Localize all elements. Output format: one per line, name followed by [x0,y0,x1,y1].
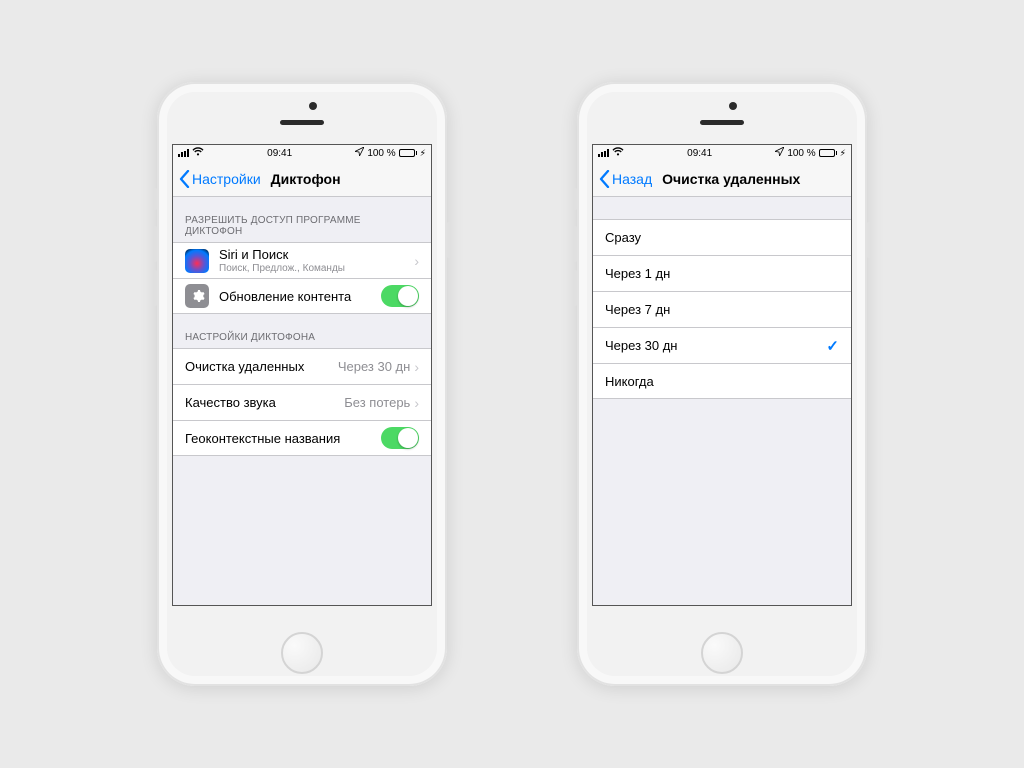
battery-percent: 100 % [367,148,395,159]
chevron-right-icon: › [414,253,419,269]
quality-label: Качество звука [185,395,344,410]
siri-subtitle: Поиск, Предлож., Команды [219,263,414,274]
refresh-label: Обновление контента [219,289,381,304]
status-time: 09:41 [687,148,712,159]
device-right: 09:41 100 % ⚡︎ Назад Очистка удаленных С… [577,82,867,686]
charging-icon: ⚡︎ [840,148,846,159]
option-row[interactable]: Сразу [593,219,851,255]
siri-title: Siri и Поиск [219,247,414,262]
battery-icon [819,149,837,157]
section-header-access: РАЗРЕШИТЬ ДОСТУП ПРОГРАММЕ ДИКТОФОН [173,197,431,242]
nav-title: Диктофон [271,171,341,187]
screen-settings-voicememos: 09:41 100 % ⚡︎ Настройки Диктофон РАЗРЕШ… [172,144,432,606]
gear-icon [185,284,209,308]
nav-bar: Настройки Диктофон [173,161,431,197]
nav-title: Очистка удаленных [662,171,800,187]
cell-audio-quality[interactable]: Качество звука Без потерь › [173,384,431,420]
wifi-icon [192,147,204,159]
refresh-toggle[interactable] [381,285,419,307]
cell-location-names[interactable]: Геоконтекстные названия [173,420,431,456]
battery-percent: 100 % [787,148,815,159]
option-label: Через 30 дн [605,338,826,353]
chevron-right-icon: › [414,395,419,411]
chevron-right-icon: › [414,359,419,375]
section-header-settings: НАСТРОЙКИ ДИКТОФОНА [173,314,431,348]
option-row[interactable]: Через 1 дн [593,255,851,291]
location-icon [775,147,784,159]
back-label: Назад [612,171,652,187]
cell-siri-search[interactable]: Siri и Поиск Поиск, Предлож., Команды › [173,242,431,278]
quality-value: Без потерь [344,395,410,410]
screen-clear-deleted: 09:41 100 % ⚡︎ Назад Очистка удаленных С… [592,144,852,606]
geo-toggle[interactable] [381,427,419,449]
battery-icon [399,149,417,157]
back-button[interactable]: Настройки [179,170,261,188]
cellular-icon [178,149,189,157]
location-icon [355,147,364,159]
cellular-icon [598,149,609,157]
geo-label: Геоконтекстные названия [185,431,381,446]
option-row[interactable]: Через 30 дн ✓ [593,327,851,363]
option-label: Сразу [605,230,839,245]
charging-icon: ⚡︎ [420,148,426,159]
cell-clear-deleted[interactable]: Очистка удаленных Через 30 дн › [173,348,431,384]
option-label: Никогда [605,374,839,389]
home-button[interactable] [281,632,323,674]
siri-icon [185,249,209,273]
clear-value: Через 30 дн [338,359,410,374]
device-left: 09:41 100 % ⚡︎ Настройки Диктофон РАЗРЕШ… [157,82,447,686]
home-button[interactable] [701,632,743,674]
wifi-icon [612,147,624,159]
option-row[interactable]: Через 7 дн [593,291,851,327]
nav-bar: Назад Очистка удаленных [593,161,851,197]
status-time: 09:41 [267,148,292,159]
option-row[interactable]: Никогда [593,363,851,399]
cell-background-refresh[interactable]: Обновление контента [173,278,431,314]
status-bar: 09:41 100 % ⚡︎ [593,145,851,161]
option-label: Через 7 дн [605,302,839,317]
back-label: Настройки [192,171,261,187]
back-button[interactable]: Назад [599,170,652,188]
status-bar: 09:41 100 % ⚡︎ [173,145,431,161]
clear-label: Очистка удаленных [185,359,338,374]
checkmark-icon: ✓ [826,337,839,355]
option-label: Через 1 дн [605,266,839,281]
